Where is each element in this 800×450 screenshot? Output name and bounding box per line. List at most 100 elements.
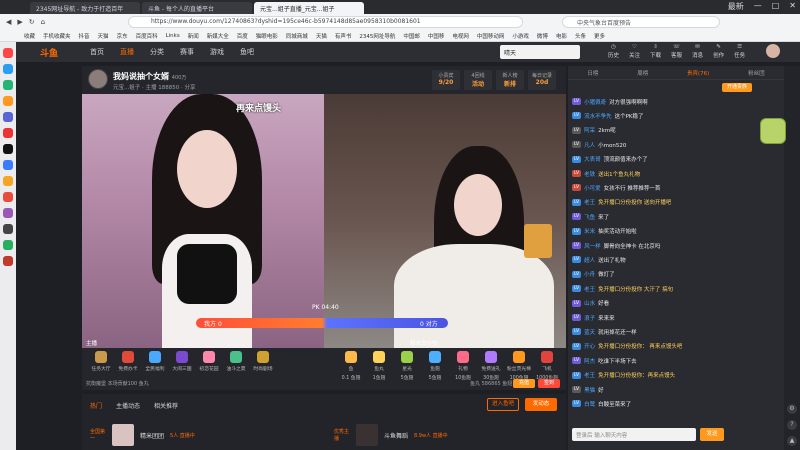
gift-item[interactable]: 鱼翅 5鱼翅 [422, 351, 448, 381]
bookmark-item[interactable]: 中国移动网 [477, 32, 505, 40]
chat-input[interactable]: 登录后 输入聊天内容 [572, 428, 696, 441]
bookmark-item[interactable]: 同城商城 [286, 32, 308, 40]
chat-username[interactable]: 小可爱 [584, 184, 601, 192]
chat-username[interactable]: 开心 [584, 342, 595, 350]
nav-home[interactable]: 首页 [90, 47, 104, 57]
bookmark-item[interactable]: 中国移 [428, 32, 445, 40]
activity-item[interactable]: 初恋花园 [196, 351, 222, 372]
gift-item[interactable]: 鱼丸 1鱼翅 [366, 351, 392, 381]
enter-fishbar-button[interactable]: 进入鱼吧 [487, 398, 519, 411]
bookmark-item[interactable]: 更多 [594, 32, 605, 40]
home-icon[interactable]: ⌂ [41, 18, 45, 26]
site-search-input[interactable]: 晴天 [500, 45, 580, 59]
bookmark-item[interactable]: Links [166, 33, 180, 39]
dock-app-icon[interactable] [3, 144, 13, 154]
activity-item[interactable]: 油斗之夏 [223, 351, 249, 372]
task-icon[interactable]: ☰ 任务 [734, 44, 745, 59]
chat-username[interactable]: 蓝天 [584, 328, 595, 336]
user-avatar[interactable] [766, 44, 780, 58]
sign-button[interactable]: 签到 [538, 379, 560, 388]
dock-app-icon[interactable] [3, 80, 13, 90]
chat-username[interactable]: 风一样 [584, 242, 601, 250]
activity-item[interactable]: 时尚剧场 [250, 351, 276, 372]
browser-search-field[interactable]: 中央气象台百度预告 [562, 16, 720, 28]
chat-username[interactable]: 超人 [584, 256, 595, 264]
download-icon[interactable]: ⇩ 下载 [650, 44, 661, 59]
bookmark-item[interactable]: 电影 [556, 32, 567, 40]
nav-events[interactable]: 赛事 [180, 47, 194, 57]
open-noble-button[interactable]: 开通贵族 [722, 83, 752, 92]
streamer-avatar[interactable] [88, 69, 108, 89]
tab-daily-rank[interactable]: 日榜 [587, 69, 598, 77]
minimize-button[interactable]: — [754, 1, 762, 12]
stat-card[interactable]: 新人榜 新排 [496, 70, 524, 90]
bookmark-item[interactable]: 2345网址导航 [359, 32, 395, 40]
dock-app-icon[interactable] [3, 192, 13, 202]
dock-app-icon[interactable] [3, 48, 13, 58]
message-icon[interactable]: ✉ 消息 [692, 44, 703, 59]
mascot-icon[interactable] [760, 118, 786, 144]
chat-username[interactable]: 流水不争先 [584, 112, 612, 120]
browser-tab-active[interactable]: 元宝...姐子直播_元宝...姐子 [254, 2, 364, 14]
gift-item[interactable]: 免费送礼 30鱼翅 [478, 351, 504, 381]
browser-tab[interactable]: 2345网址导航 - 致力于打造百年 [30, 2, 140, 14]
nav-category[interactable]: 分类 [150, 47, 164, 57]
tab-weekly-rank[interactable]: 周榜 [637, 69, 648, 77]
forward-icon[interactable]: ▶ [17, 18, 22, 26]
activity-item[interactable]: 全民福利 [142, 351, 168, 372]
settings-icon[interactable]: ⚙ [787, 404, 797, 414]
gift-item[interactable]: 星光 5鱼翅 [394, 351, 420, 381]
chat-username[interactable]: 白鹭 [584, 400, 595, 408]
history-icon[interactable]: ◷ 历史 [608, 44, 619, 59]
bookmark-item[interactable]: 京东 [117, 32, 128, 40]
follow-icon[interactable]: ♡ 关注 [629, 44, 640, 59]
bookmark-item[interactable]: 收藏 [24, 32, 35, 40]
nav-fishbar[interactable]: 鱼吧 [240, 47, 254, 57]
bookmark-item[interactable]: 头条 [575, 32, 586, 40]
activity-item[interactable]: 大闹三国 [169, 351, 195, 372]
stat-card[interactable]: 小贵宾 9/20 [432, 70, 460, 90]
maximize-button[interactable]: □ [772, 1, 780, 12]
bookmark-item[interactable]: 猫眼电影 [256, 32, 278, 40]
reload-icon[interactable]: ↻ [29, 18, 35, 26]
nav-live[interactable]: 直播 [120, 47, 134, 57]
bookmark-item[interactable]: 抖音 [79, 32, 90, 40]
bookmark-item[interactable]: 新媒大全 [207, 32, 229, 40]
dock-app-icon[interactable] [3, 160, 13, 170]
gift-item[interactable]: 鱼 0.1 鱼翅 [338, 351, 364, 381]
chat-username[interactable]: 小猪佩奇 [584, 98, 606, 106]
dock-app-icon[interactable] [3, 208, 13, 218]
bookmark-item[interactable]: 小游戏 [512, 32, 529, 40]
bookmark-item[interactable]: 天猫 [98, 32, 109, 40]
chat-username[interactable]: 阿杰 [584, 357, 595, 365]
chat-username[interactable]: 大表哥 [584, 155, 601, 163]
chat-username[interactable]: 凡人 [584, 141, 595, 149]
bookmark-item[interactable]: 手机收藏夹 [43, 32, 71, 40]
dock-app-icon[interactable] [3, 224, 13, 234]
dock-app-icon[interactable] [3, 176, 13, 186]
chat-username[interactable]: 黑猫 [584, 386, 595, 394]
tab-hot[interactable]: 热门 [90, 401, 102, 410]
create-icon[interactable]: ✎ 创作 [713, 44, 724, 59]
gift-item[interactable]: 粉丝荧光棒100鱼翅 [506, 351, 532, 381]
browser-tab[interactable]: 斗鱼 - 每个人的直播平台 [142, 2, 252, 14]
bookmark-item[interactable]: 电视网 [452, 32, 469, 40]
bookmark-item[interactable]: 中国邮 [403, 32, 420, 40]
gift-item[interactable]: 飞机1000鱼翅 [534, 351, 560, 381]
bookmark-item[interactable]: 天猫 [316, 32, 327, 40]
bookmark-item[interactable]: 百度百科 [136, 32, 158, 40]
bookmark-item[interactable]: 百度 [237, 32, 248, 40]
dock-app-icon[interactable] [3, 64, 13, 74]
send-button[interactable]: 发送 [700, 428, 724, 441]
help-icon[interactable]: ? [787, 420, 797, 430]
url-field[interactable]: https://www.douyu.com/12740863?dyshid=19… [128, 16, 523, 28]
chat-username[interactable]: 飞鱼 [584, 213, 595, 221]
recommend-card[interactable]: 优秀主播 斗鱼舞蹈 8.9w人 直播中 [334, 420, 448, 450]
tab-anchor-feed[interactable]: 主播动态 [116, 401, 140, 410]
bookmark-item[interactable]: 微博 [537, 32, 548, 40]
chat-username[interactable]: 老王 [584, 285, 595, 293]
stat-card[interactable]: 4回线 活动 [464, 70, 492, 90]
activity-item[interactable]: 免费办卡 [115, 351, 141, 372]
post-feed-button[interactable]: 发动态 [525, 398, 557, 411]
bookmark-item[interactable]: 新闻 [188, 32, 199, 40]
